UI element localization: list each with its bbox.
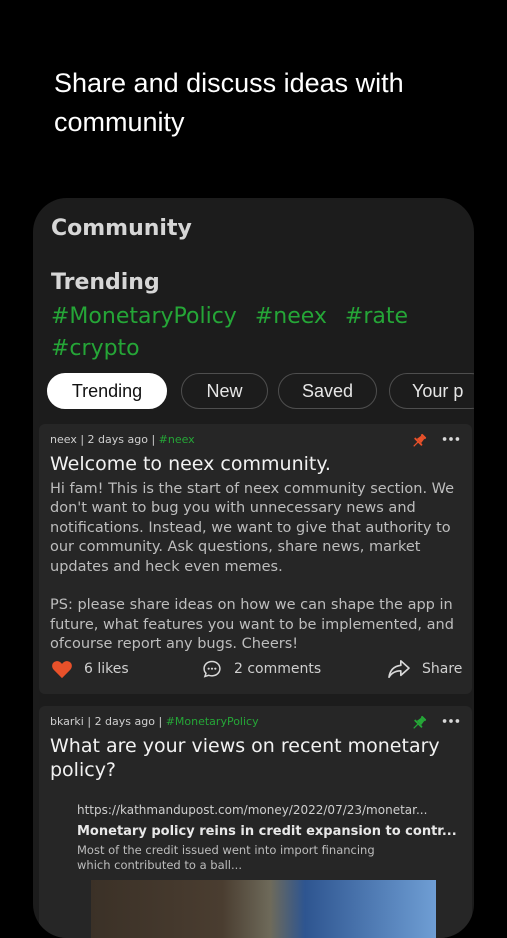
- phone-screen: Community Trending #MonetaryPolicy #neex…: [33, 198, 474, 938]
- comments-button[interactable]: 2 comments: [202, 654, 332, 684]
- link-preview[interactable]: https://kathmandupost.com/money/2022/07/…: [77, 802, 457, 873]
- trending-heading: Trending: [51, 270, 160, 295]
- more-options-icon[interactable]: [440, 428, 462, 450]
- post-time: 2 days ago: [87, 433, 148, 446]
- more-options-icon[interactable]: [440, 710, 462, 732]
- comments-count: 2 comments: [234, 661, 322, 677]
- post-author[interactable]: bkarki: [50, 715, 84, 728]
- post-title[interactable]: Welcome to neex community.: [50, 452, 460, 476]
- post-actions: 6 likes 2 comments Share: [39, 654, 472, 684]
- post-time: 2 days ago: [94, 715, 155, 728]
- heart-icon: [52, 661, 72, 679]
- tab-your-posts[interactable]: Your p: [389, 373, 474, 409]
- comment-icon: [203, 660, 221, 678]
- trending-tag[interactable]: #MonetaryPolicy: [51, 304, 237, 329]
- link-preview-image[interactable]: [91, 880, 436, 938]
- pin-icon[interactable]: [410, 714, 428, 732]
- tab-saved[interactable]: Saved: [278, 373, 377, 409]
- post-tag[interactable]: #neex: [159, 433, 195, 446]
- trending-tag[interactable]: #rate: [345, 304, 408, 329]
- promo-headline: Share and discuss ideas with community: [54, 68, 404, 137]
- link-description: Most of the credit issued went into impo…: [77, 843, 375, 872]
- share-button[interactable]: Share: [387, 654, 467, 684]
- share-icon: [388, 660, 410, 678]
- post-title[interactable]: What are your views on recent monetary p…: [50, 734, 460, 782]
- pin-icon[interactable]: [410, 432, 428, 450]
- post-tag[interactable]: #MonetaryPolicy: [166, 715, 259, 728]
- post-body: Hi fam! This is the start of neex commun…: [50, 481, 455, 653]
- like-button[interactable]: 6 likes: [51, 654, 151, 684]
- trending-tag[interactable]: #neex: [255, 304, 327, 329]
- post-meta: neex | 2 days ago | #neex: [50, 433, 195, 446]
- trending-tags: #MonetaryPolicy #neex #rate #crypto: [51, 301, 451, 365]
- tab-trending[interactable]: Trending: [47, 373, 167, 409]
- feed-tabs: Trending New Saved Your p: [47, 373, 474, 409]
- post-card[interactable]: bkarki | 2 days ago | #MonetaryPolicy Wh…: [39, 706, 472, 938]
- post-meta: bkarki | 2 days ago | #MonetaryPolicy: [50, 715, 259, 728]
- post-card[interactable]: neex | 2 days ago | #neex Welcome to nee…: [39, 424, 472, 694]
- post-author[interactable]: neex: [50, 433, 77, 446]
- tab-new[interactable]: New: [181, 373, 268, 409]
- page-title: Community: [51, 216, 192, 241]
- trending-tag[interactable]: #crypto: [51, 336, 140, 361]
- share-label: Share: [422, 661, 463, 677]
- link-url: https://kathmandupost.com/money/2022/07/…: [77, 803, 428, 817]
- likes-count: 6 likes: [84, 661, 129, 677]
- link-title: Monetary policy reins in credit expansio…: [77, 824, 457, 839]
